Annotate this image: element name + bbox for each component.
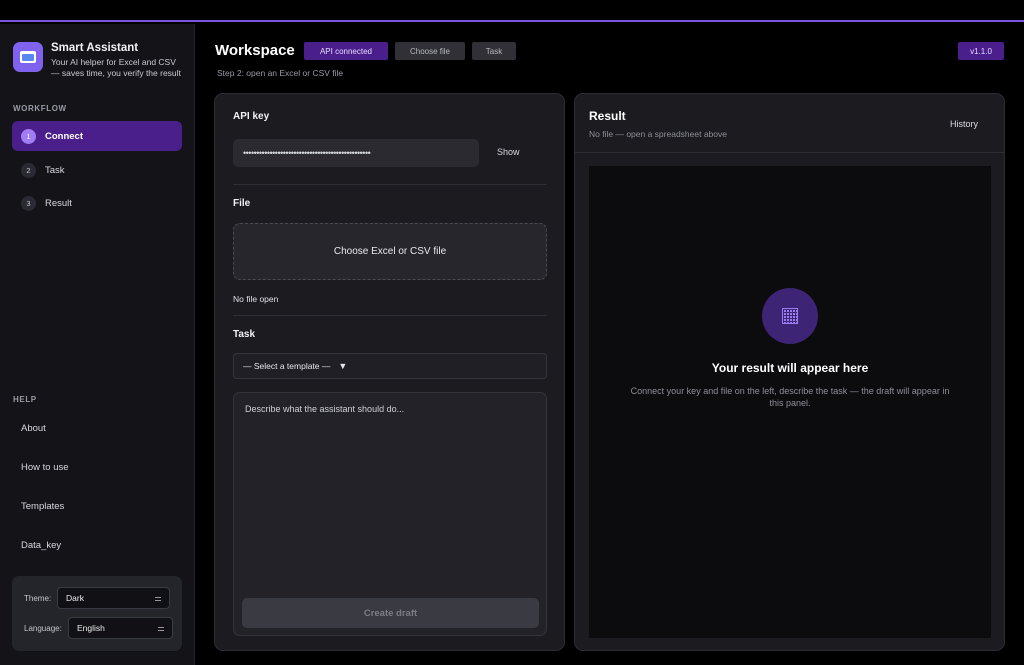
template-select[interactable]: — Select a template — ▼ [233,353,547,379]
workflow-item-result[interactable]: 3 Result [12,188,182,218]
language-select[interactable]: English [68,617,173,639]
empty-state-description: Connect your key and file on the left, d… [630,386,950,408]
dropdown-arrow-icon: ▼ [338,361,348,371]
result-panel: Result No file — open a spreadsheet abov… [574,93,1005,651]
step-number: 2 [21,162,36,178]
help-item-templates[interactable]: Templates [21,501,64,512]
workflow-item-label: Result [45,197,72,209]
task-chip[interactable]: Task [472,42,516,60]
theme-select[interactable]: Dark [57,587,170,609]
workflow-label: WORKFLOW [13,104,67,113]
app-title: Smart Assistant [51,42,139,54]
workflow-item-connect[interactable]: 1 Connect [12,121,182,151]
app-logo-icon [13,42,43,72]
file-status: No file open [233,294,279,304]
sidebar: Smart Assistant Your AI helper for Excel… [0,24,195,665]
select-handle-icon [158,627,164,631]
version-badge: v1.1.0 [958,42,1004,60]
history-button[interactable]: History [950,119,978,129]
input-panel: API key ••••••••••••••••••••••••••••••••… [214,93,565,651]
create-draft-button[interactable]: Create draft [242,598,539,628]
show-key-button[interactable]: Show [497,147,520,157]
result-canvas: Your result will appear here Connect you… [589,166,991,638]
empty-state-title: Your result will appear here [711,361,869,375]
task-placeholder: Describe what the assistant should do... [245,404,405,414]
theme-label: Theme: [24,594,52,603]
result-title: Result [589,109,626,123]
api-key-heading: API key [233,111,270,122]
step-number: 1 [21,128,36,144]
api-status-badge: API connected [304,42,388,60]
language-value: English [77,623,105,633]
workflow-item-task[interactable]: 2 Task [12,155,182,185]
template-select-label: — Select a template — [243,361,331,371]
top-bar [0,0,1024,22]
api-key-value: ••••••••••••••••••••••••••••••••••••••••… [243,148,371,158]
theme-value: Dark [66,593,84,603]
choose-file-chip[interactable]: Choose file [395,42,465,60]
app-subtitle: Your AI helper for Excel and CSV — saves… [51,57,181,78]
help-item-data-key[interactable]: Data_key [21,540,61,551]
help-item-how-to-use[interactable]: How to use [21,462,69,473]
task-description-input[interactable]: Describe what the assistant should do...… [233,392,547,636]
spreadsheet-grid-icon [762,288,818,344]
task-heading: Task [233,329,256,340]
select-handle-icon [155,597,161,601]
workflow-item-label: Connect [45,130,83,142]
step-number: 3 [21,195,36,211]
settings-panel: Theme: Dark Language: English [12,576,182,651]
divider [233,315,547,316]
workflow-item-label: Task [45,164,65,176]
api-key-field[interactable]: ••••••••••••••••••••••••••••••••••••••••… [233,139,479,167]
language-label: Language: [24,624,62,633]
step-hint: Step 2: open an Excel or CSV file [217,68,344,78]
page-title: Workspace [215,42,295,59]
result-subtitle: No file — open a spreadsheet above [589,129,727,139]
divider [233,184,547,185]
file-drop-zone[interactable]: Choose Excel or CSV file [233,223,547,280]
help-label: HELP [13,395,37,404]
help-item-about[interactable]: About [21,423,46,434]
divider [575,152,1004,153]
file-heading: File [233,198,251,209]
